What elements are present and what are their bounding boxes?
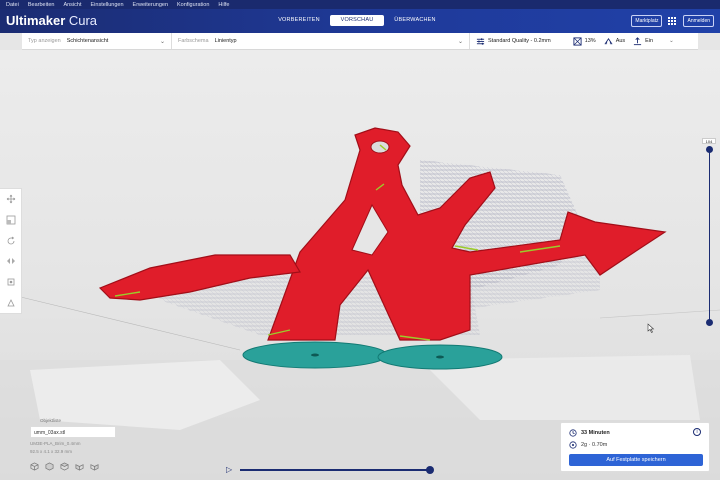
object-dimensions: 92.5 x 4.1 x 32.9 mm bbox=[30, 449, 73, 454]
print-settings-selector[interactable]: Standard Quality - 0.2mm 13% Aus Ein ⌄ bbox=[470, 33, 698, 49]
color-scheme-dropdown[interactable]: Farbschema Linientyp ⌄ bbox=[172, 33, 470, 49]
rotate-icon[interactable] bbox=[6, 236, 16, 246]
menu-edit[interactable]: Bearbeiten bbox=[28, 2, 55, 8]
front-view-icon[interactable] bbox=[45, 462, 54, 471]
sliders-icon bbox=[476, 37, 485, 45]
simulation-progress-track[interactable] bbox=[240, 469, 430, 471]
menu-help[interactable]: Hilfe bbox=[218, 2, 229, 8]
model-hole bbox=[370, 140, 390, 154]
adhesion-value: Ein bbox=[645, 38, 654, 44]
adhesion-icon bbox=[634, 36, 642, 45]
color-scheme-label: Farbschema bbox=[178, 38, 209, 44]
print-time: 33 Minuten bbox=[581, 430, 610, 436]
material-usage: 2g · 0.70m bbox=[581, 442, 608, 448]
support-icon bbox=[604, 37, 613, 44]
chevron-down-icon: ⌄ bbox=[457, 39, 463, 45]
chevron-down-icon: ⌄ bbox=[669, 38, 674, 44]
object-list: Objektliste umm_03ax.stl UM3E-PLA_Brim_0… bbox=[30, 418, 116, 454]
brim-disc bbox=[311, 353, 319, 357]
tab-preview[interactable]: VORSCHAU bbox=[330, 15, 384, 26]
mirror-icon[interactable] bbox=[6, 256, 16, 266]
tab-monitor[interactable]: ÜBERWACHEN bbox=[388, 15, 442, 26]
object-filename-field[interactable]: umm_03ax.stl bbox=[30, 426, 116, 438]
layer-slider-top-handle[interactable] bbox=[706, 146, 713, 153]
chevron-down-icon: ⌄ bbox=[159, 39, 165, 45]
brand-product: Cura bbox=[65, 13, 98, 28]
per-model-settings-icon[interactable] bbox=[6, 277, 16, 287]
support-value: Aus bbox=[615, 38, 626, 44]
move-icon[interactable] bbox=[6, 194, 16, 204]
view-type-dropdown[interactable]: Typ anzeigen Schichtenansicht ⌄ bbox=[22, 33, 172, 49]
support-blocker-icon[interactable] bbox=[6, 298, 16, 308]
tool-panel bbox=[0, 188, 22, 314]
printer-profile: UM3E-PLA_Brim_0.4mm bbox=[30, 441, 81, 446]
print-summary-panel: 33 Minuten 2g · 0.70m i Auf Festplatte s… bbox=[560, 422, 710, 472]
3d-view-icon[interactable] bbox=[30, 462, 39, 471]
top-view-icon[interactable] bbox=[60, 462, 69, 471]
color-scheme-value: Linientyp bbox=[214, 38, 237, 44]
menu-configuration[interactable]: Konfiguration bbox=[177, 2, 209, 8]
layer-slider-track[interactable] bbox=[709, 147, 710, 323]
layer-slider-bottom-handle[interactable] bbox=[706, 319, 713, 326]
menubar: Datei Bearbeiten Ansicht Einstellungen E… bbox=[0, 0, 720, 9]
app-logo: Ultimaker Cura bbox=[6, 13, 97, 28]
mouse-cursor-icon bbox=[647, 323, 655, 333]
view-type-value: Schichtenansicht bbox=[66, 38, 109, 44]
brand-name: Ultimaker bbox=[6, 13, 66, 28]
play-icon[interactable]: ▷ bbox=[226, 465, 232, 474]
infill-value: 13% bbox=[584, 38, 596, 44]
menu-view[interactable]: Ansicht bbox=[63, 2, 81, 8]
quality-profile: Standard Quality - 0.2mm bbox=[488, 38, 551, 44]
infill-icon bbox=[573, 36, 582, 46]
save-to-disk-button[interactable]: Auf Festplatte speichern bbox=[569, 454, 703, 466]
signin-button[interactable]: Anmelden bbox=[683, 15, 714, 27]
build-plate-edge bbox=[599, 309, 720, 319]
app-header: Ultimaker Cura VORBEREITEN VORSCHAU ÜBER… bbox=[0, 9, 720, 33]
layer-number-label: 104 bbox=[702, 138, 716, 144]
menu-extensions[interactable]: Erweiterungen bbox=[133, 2, 168, 8]
left-view-icon[interactable] bbox=[75, 462, 84, 471]
object-list-title[interactable]: Objektliste bbox=[40, 418, 116, 423]
spool-icon bbox=[569, 441, 577, 449]
view-toolbar: Typ anzeigen Schichtenansicht ⌄ Farbsche… bbox=[22, 33, 698, 50]
brim-disc bbox=[436, 355, 444, 359]
marketplace-button[interactable]: Marktplatz bbox=[631, 15, 663, 27]
tab-prepare[interactable]: VORBEREITEN bbox=[272, 15, 326, 26]
scale-icon[interactable] bbox=[6, 215, 16, 225]
menu-file[interactable]: Datei bbox=[6, 2, 19, 8]
clock-icon bbox=[569, 429, 577, 437]
stage-tabs: VORBEREITEN VORSCHAU ÜBERWACHEN bbox=[272, 15, 442, 26]
camera-view-buttons bbox=[30, 462, 99, 471]
menu-settings[interactable]: Einstellungen bbox=[91, 2, 124, 8]
simulation-progress-handle[interactable] bbox=[426, 466, 434, 474]
right-view-icon[interactable] bbox=[90, 462, 99, 471]
info-icon[interactable]: i bbox=[693, 428, 701, 436]
view-type-label: Typ anzeigen bbox=[28, 38, 61, 44]
scene-canvas bbox=[0, 127, 720, 480]
apps-grid-icon[interactable] bbox=[668, 16, 677, 26]
3d-viewport[interactable] bbox=[0, 50, 720, 480]
